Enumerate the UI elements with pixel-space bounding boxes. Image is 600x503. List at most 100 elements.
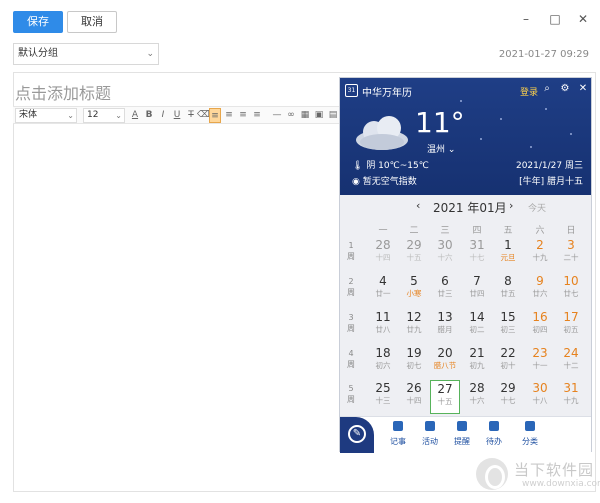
calendar-day[interactable]: 8 廿五 xyxy=(493,273,523,307)
calendar-day[interactable]: 31 十九 xyxy=(556,380,586,414)
lunar-day: 廿三 xyxy=(437,289,453,298)
chevron-down-icon: ⌄ xyxy=(115,111,122,120)
calendar-day[interactable]: 13 腊月 xyxy=(430,309,460,343)
calendar-widget: 31 中华万年历 登录 ⌕ ⚙ ✕ 11° 温州 ⌄ 🌡 阴 10℃~15℃ ◉… xyxy=(339,77,592,453)
calendar-day[interactable]: 10 廿七 xyxy=(556,273,586,307)
calendar-day[interactable]: 7 廿四 xyxy=(462,273,492,307)
calendar-day[interactable]: 30 十六 xyxy=(430,237,460,271)
image-icon[interactable]: ▣ xyxy=(313,108,325,123)
calendar-day[interactable]: 5 小寒 xyxy=(399,273,429,307)
calendar-day[interactable]: 28 十六 xyxy=(462,380,492,414)
calendar-day[interactable]: 4 廿一 xyxy=(368,273,398,307)
calendar-day[interactable]: 14 初二 xyxy=(462,309,492,343)
calendar-day[interactable]: 21 初九 xyxy=(462,345,492,379)
star-decoration xyxy=(545,108,547,110)
italic-icon[interactable]: I xyxy=(157,108,169,123)
footer-item-activity[interactable]: 活动 xyxy=(415,421,445,447)
login-link[interactable]: 登录 xyxy=(520,85,538,98)
calendar-day[interactable]: 15 初三 xyxy=(493,309,523,343)
font-color-icon[interactable]: A xyxy=(129,108,141,123)
calendar-day[interactable]: 25 十三 xyxy=(368,380,398,414)
bold-icon[interactable]: B xyxy=(143,108,155,123)
prev-month-icon[interactable]: ‹ xyxy=(416,199,420,212)
calendar-day[interactable]: 29 十五 xyxy=(399,237,429,271)
day-number: 29 xyxy=(406,238,422,252)
search-icon[interactable]: ⌕ xyxy=(541,83,553,94)
footer-item-bell[interactable]: 提醒 xyxy=(447,421,477,447)
calendar-day[interactable]: 12 廿九 xyxy=(399,309,429,343)
week-number: 1周 xyxy=(346,240,356,262)
calendar-day[interactable]: 29 十七 xyxy=(493,380,523,414)
align-justify-icon[interactable]: ≡ xyxy=(251,108,263,123)
next-month-icon[interactable]: › xyxy=(509,199,513,212)
align-right-icon[interactable]: ≡ xyxy=(237,108,249,123)
week-number: 2周 xyxy=(346,276,356,298)
calendar-day[interactable]: 3 二十 xyxy=(556,237,586,271)
calendar-day[interactable]: 24 十二 xyxy=(556,345,586,379)
horizontal-rule-icon[interactable]: — xyxy=(271,108,283,123)
lunar-day: 十五 xyxy=(406,253,422,262)
month-label[interactable]: 2021 年01月 xyxy=(433,199,507,216)
calendar-day[interactable]: 17 初五 xyxy=(556,309,586,343)
link-icon[interactable]: ∞ xyxy=(285,108,297,123)
calendar-day[interactable]: 26 十四 xyxy=(399,380,429,414)
footer-item-folder[interactable]: 分类 xyxy=(515,421,545,447)
lunar-day: 十七 xyxy=(500,396,516,405)
font-size-select[interactable]: 12 ⌄ xyxy=(83,108,125,123)
day-number: 31 xyxy=(469,238,485,252)
current-date: 2021/1/27 周三 xyxy=(515,161,583,171)
clear-format-icon[interactable]: ⌫ xyxy=(197,108,210,123)
group-select-value: 默认分组 xyxy=(18,48,58,59)
lunar-day: 腊月 xyxy=(437,325,453,334)
calendar-day[interactable]: 20 腊八节 xyxy=(430,345,460,379)
today-button[interactable]: 今天 xyxy=(528,201,546,214)
font-family-select[interactable]: 宋体 ⌄ xyxy=(15,108,77,123)
title-input[interactable]: 点击添加标题 xyxy=(15,80,111,104)
pen-badge[interactable]: ✎ xyxy=(340,417,374,453)
group-select[interactable]: 默认分组 ⌄ xyxy=(13,43,159,65)
calendar-day-today[interactable]: 27 十五 xyxy=(430,380,460,414)
lunar-day: 初九 xyxy=(469,361,485,370)
day-number: 27 xyxy=(437,382,453,396)
day-number: 24 xyxy=(563,346,579,360)
calendar-day[interactable]: 18 初六 xyxy=(368,345,398,379)
minimize-icon[interactable]: – xyxy=(518,12,534,26)
calendar-day[interactable]: 1 元旦 xyxy=(493,237,523,271)
calendar-day[interactable]: 23 十一 xyxy=(525,345,555,379)
footer-item-note[interactable]: 记事 xyxy=(383,421,413,447)
calendar-day[interactable]: 9 廿六 xyxy=(525,273,555,307)
week-number-value: 5 xyxy=(348,384,354,393)
footer-item-todo[interactable]: 待办 xyxy=(479,421,509,447)
calendar-day[interactable]: 2 十九 xyxy=(525,237,555,271)
calendar-day[interactable]: 19 初七 xyxy=(399,345,429,379)
calendar-day[interactable]: 30 十八 xyxy=(525,380,555,414)
lunar-day: 十七 xyxy=(469,253,485,262)
close-icon[interactable]: ✕ xyxy=(575,12,591,26)
day-number: 16 xyxy=(532,310,548,324)
month-navigation: ‹ 2021 年01月 › 今天 xyxy=(340,195,591,219)
calendar-day[interactable]: 6 廿三 xyxy=(430,273,460,307)
code-icon[interactable]: ▤ xyxy=(327,108,339,123)
cancel-button[interactable]: 取消 xyxy=(67,11,117,33)
align-left-icon[interactable]: ≡ xyxy=(209,108,221,123)
underline-icon[interactable]: U xyxy=(171,108,183,123)
calendar-day[interactable]: 22 初十 xyxy=(493,345,523,379)
calendar-day[interactable]: 28 十四 xyxy=(368,237,398,271)
close-icon[interactable]: ✕ xyxy=(577,83,589,94)
lunar-day: 十八 xyxy=(532,396,548,405)
calendar-day[interactable]: 31 十七 xyxy=(462,237,492,271)
lunar-day: 初二 xyxy=(469,325,485,334)
strikethrough-icon[interactable]: T xyxy=(185,108,197,123)
maximize-icon[interactable]: □ xyxy=(547,12,563,26)
gear-icon[interactable]: ⚙ xyxy=(559,83,571,94)
activity-icon xyxy=(425,421,435,431)
save-button[interactable]: 保存 xyxy=(13,11,63,33)
align-center-icon[interactable]: ≡ xyxy=(223,108,235,123)
table-icon[interactable]: ▦ xyxy=(299,108,311,123)
day-number: 4 xyxy=(379,274,387,288)
lunar-day: 初六 xyxy=(375,361,391,370)
city-select[interactable]: 温州 ⌄ xyxy=(427,142,455,155)
calendar-day[interactable]: 11 廿八 xyxy=(368,309,398,343)
calendar-day[interactable]: 16 初四 xyxy=(525,309,555,343)
star-decoration xyxy=(530,146,532,148)
